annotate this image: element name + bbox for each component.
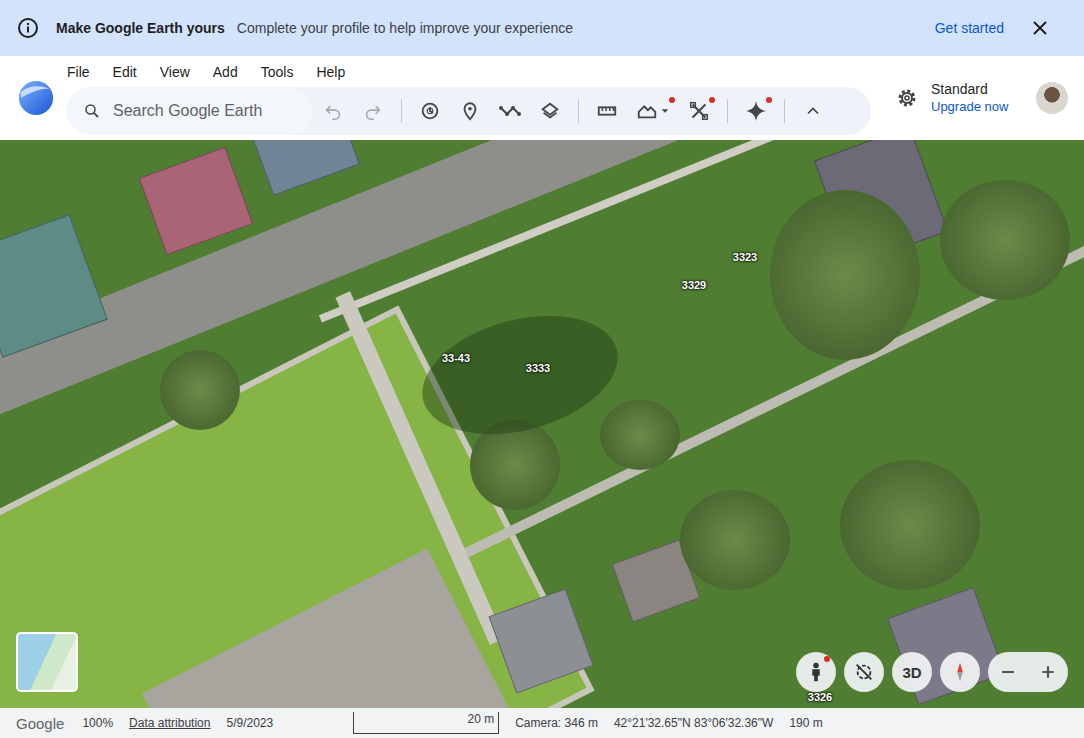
profile-banner: Make Google Earth yours Complete your pro… [0,0,1084,56]
toolbar: Search Google Earth [67,87,871,135]
compass-icon [949,661,971,683]
zoom-control [988,652,1068,692]
zoom-out-icon[interactable] [998,662,1018,682]
pegman-icon [805,661,827,683]
notification-dot [669,97,675,103]
scale-bar: 20 m [353,712,499,734]
ruler-icon [596,100,618,122]
map-control-button[interactable] [844,652,884,692]
google-earth-app: Make Google Earth yours Complete your pro… [0,0,1084,738]
search-field[interactable]: Search Google Earth [67,87,313,135]
dropdown-icon [660,106,670,116]
menu-item[interactable]: Tools [261,64,305,80]
toolbar-button[interactable] [353,91,393,131]
placemark-icon [459,100,481,122]
camera-altitude: Camera: 346 m [515,716,598,730]
tools-icon [688,100,710,122]
scale-label: 20 m [468,712,499,726]
toolbar-button[interactable] [793,91,833,131]
account-avatar[interactable] [1036,82,1068,114]
toolbar-button[interactable] [490,91,530,131]
imagery [680,490,790,590]
search-icon [83,102,101,120]
menu-item[interactable]: Edit [113,64,148,80]
toolbar-button[interactable] [627,91,679,131]
terrain-icon [636,100,658,122]
undo-icon [322,100,344,122]
imagery [770,190,920,360]
notification-dot [709,97,715,103]
satellite-map[interactable]: 3323332933-43333333263D [0,140,1084,708]
status-bar: Google 100% Data attribution 5/9/2023 20 m Ca… [0,708,1084,738]
info-icon [16,16,40,40]
toolbar-separator [784,99,785,123]
redo-icon [362,100,384,122]
settings-gear-icon[interactable] [895,86,919,110]
data-attribution-link[interactable]: Data attribution [129,716,210,730]
tilt-off-icon [853,661,875,683]
map-control-button[interactable]: 3D [892,652,932,692]
imagery [600,400,680,470]
google-brand: Google [16,715,64,732]
map-controls: 3D [796,652,1068,692]
header: File Edit View Add Tools Help Search Google Ea… [0,56,1084,140]
notification-dot [766,97,772,103]
3d-toggle-label: 3D [902,664,921,681]
google-earth-logo-icon[interactable] [17,79,55,117]
search-placeholder: Search Google Earth [113,102,262,120]
address-label[interactable]: 3333 [524,360,552,376]
imagery [840,460,980,590]
menu-item[interactable]: File [67,64,101,80]
toolbar-separator [727,99,728,123]
layers-icon [539,100,561,122]
toolbar-button[interactable] [736,91,776,131]
toolbar-button[interactable] [587,91,627,131]
address-label[interactable]: 33-43 [440,350,472,366]
toolbar-button[interactable] [313,91,353,131]
imagery [160,350,240,430]
sparkle-icon [744,99,768,123]
toolbar-button[interactable] [530,91,570,131]
imagery [940,180,1070,300]
imagery-date: 5/9/2023 [226,716,273,730]
get-started-link[interactable]: Get started [935,20,1004,36]
menu-bar: File Edit View Add Tools Help [67,57,871,87]
plan-name: Standard [931,81,1008,98]
toolbar-separator [401,99,402,123]
collapse-icon [803,101,823,121]
menu-item[interactable]: Help [316,64,356,80]
map-control-button[interactable] [796,652,836,692]
close-icon[interactable] [1028,16,1052,40]
toolbar-button[interactable] [450,91,490,131]
history-icon [419,100,441,122]
upgrade-link[interactable]: Upgrade now [931,98,1008,115]
zoom-percent: 100% [82,716,113,730]
toolbar-button[interactable] [679,91,719,131]
menu-item[interactable]: View [160,64,201,80]
imagery [139,147,253,256]
banner-message: Complete your profile to help improve yo… [237,20,573,36]
path-icon [498,99,522,123]
coordinates: 42°21'32.65"N 83°06'32.36"W [614,716,773,730]
zoom-in-icon[interactable] [1038,662,1058,682]
banner-title: Make Google Earth yours [56,20,225,36]
address-label[interactable]: 3329 [680,277,708,293]
elevation: 190 m [789,716,822,730]
menu-item[interactable]: Add [213,64,249,80]
address-label[interactable]: 3323 [731,249,759,265]
plan-info: StandardUpgrade now [931,81,1008,115]
toolbar-button[interactable] [410,91,450,131]
toolbar-separator [578,99,579,123]
minimap[interactable] [16,632,78,692]
imagery [252,140,360,196]
map-control-button[interactable] [940,652,980,692]
notification-dot [824,656,830,662]
